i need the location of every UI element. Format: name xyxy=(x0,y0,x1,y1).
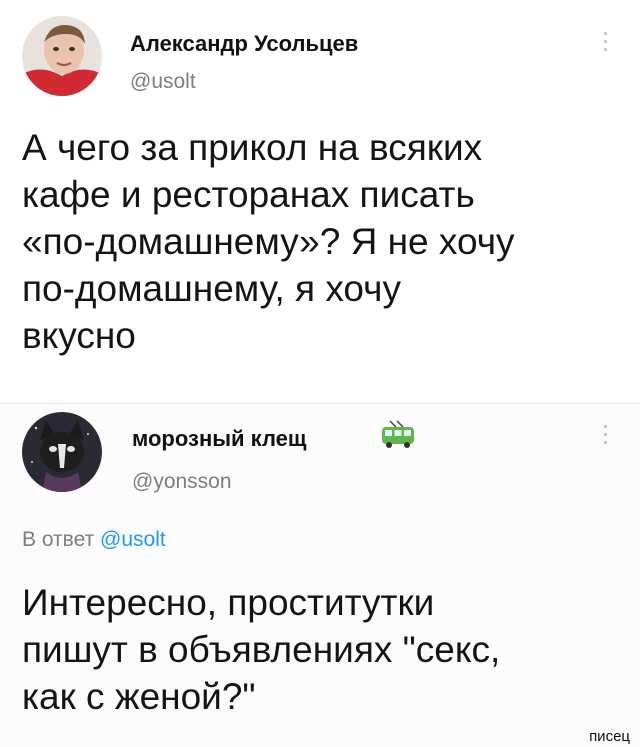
more-options-icon[interactable] xyxy=(598,32,612,54)
avatar-yonsson[interactable] xyxy=(22,412,102,492)
reply-handle-link[interactable]: @usolt xyxy=(100,528,166,551)
reply-prefix: В ответ xyxy=(22,528,95,551)
tweet-text-line: как с женой?" xyxy=(22,676,256,717)
tweet-text-line: «по-домашнему»? Я не хочу xyxy=(22,221,515,262)
tweet-text-line: А чего за прикол на всяких xyxy=(22,127,483,168)
author-handle[interactable]: @usolt xyxy=(130,70,196,94)
more-options-icon[interactable] xyxy=(598,425,612,447)
tweet-text: А чего за прикол на всяких кафе и рестор… xyxy=(22,124,515,359)
tweet-text-line: кафе и ресторанах писать xyxy=(22,174,475,215)
trolleybus-emoji-icon xyxy=(380,420,416,450)
tweet-text-line: Интересно, проститутки xyxy=(22,582,435,623)
watermark: писец xyxy=(589,728,630,745)
tweet-text-line: пишут в объявлениях "секс, xyxy=(22,629,501,670)
author-name[interactable]: Александр Усольцев xyxy=(130,31,358,57)
tweet-text: Интересно, проститутки пишут в объявлени… xyxy=(22,579,500,720)
tweet-text-line: вкусно xyxy=(22,315,136,356)
tweet-text-line: по-домашнему, я хочу xyxy=(22,268,401,309)
user-photo-icon xyxy=(22,16,102,96)
cat-avatar-icon xyxy=(22,412,102,492)
avatar-usolt[interactable] xyxy=(22,16,102,96)
author-name[interactable]: морозный клещ xyxy=(132,426,306,452)
author-handle[interactable]: @yonsson xyxy=(132,470,232,494)
reply-context: В ответ @usolt xyxy=(22,528,166,552)
